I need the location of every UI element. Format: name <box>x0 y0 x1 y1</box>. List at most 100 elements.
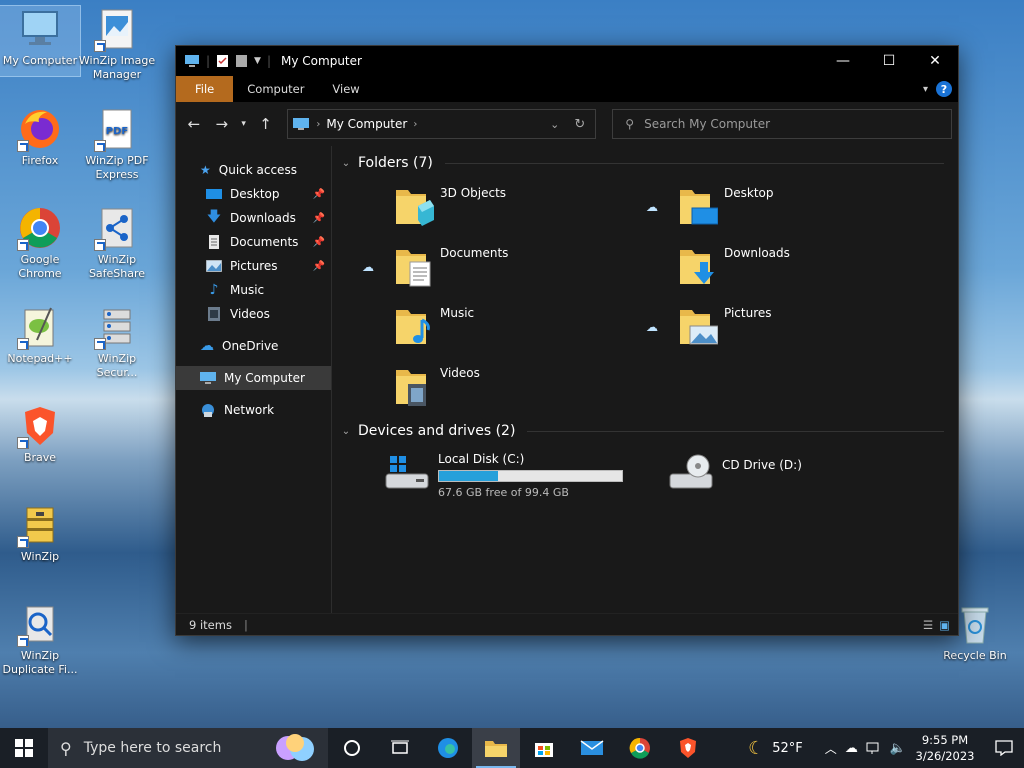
taskbar-microsoft-store[interactable] <box>520 728 568 768</box>
folder-name: Downloads <box>724 246 790 260</box>
maximize-button[interactable]: ☐ <box>866 46 912 76</box>
search-input[interactable]: Search My Computer <box>644 117 770 131</box>
volume-icon[interactable]: 🔈 <box>890 741 906 756</box>
tab-view[interactable]: View <box>318 76 373 102</box>
sidebar-item-documents[interactable]: Documents 📌 <box>176 230 331 254</box>
desktop-icon-label: Brave <box>23 451 57 464</box>
sidebar-item-onedrive[interactable]: ☁ OneDrive <box>176 334 331 358</box>
desktop-icon-winzip-pdf-express[interactable]: PDF WinZip PDF Express <box>77 106 157 182</box>
desktop-icon-winzip[interactable]: WinZip <box>0 502 80 564</box>
devices-group-header[interactable]: ⌄ Devices and drives (2) <box>340 418 958 444</box>
taskbar-mail[interactable] <box>568 728 616 768</box>
taskbar-brave[interactable] <box>664 728 712 768</box>
status-bar: 9 items | ☰ ▣ <box>176 613 958 635</box>
mail-icon <box>580 740 604 755</box>
weather-temperature[interactable]: 52°F <box>772 741 803 756</box>
cortana-button[interactable] <box>328 728 376 768</box>
explorer-body: ★ Quick access Desktop 📌 🡇 Downloads 📌 D… <box>176 146 958 613</box>
task-view-button[interactable] <box>376 728 424 768</box>
network-icon[interactable] <box>866 741 882 755</box>
drive-free-space: 67.6 GB free of 99.4 GB <box>438 486 569 499</box>
refresh-icon[interactable]: ↻ <box>574 117 585 132</box>
computer-icon <box>185 55 199 67</box>
pin-icon[interactable]: 📌 <box>313 213 325 224</box>
drive-local-disk-c[interactable]: Local Disk (C:) 67.6 GB free of 99.4 GB <box>384 452 668 499</box>
breadcrumb-chevron-icon[interactable]: › <box>413 119 417 130</box>
taskbar-chrome[interactable] <box>616 728 664 768</box>
desktop-icon-google-chrome[interactable]: Google Chrome <box>0 205 80 281</box>
cloud-sync-icon: ☁ <box>646 200 658 214</box>
up-button[interactable]: ↑ <box>254 112 278 136</box>
back-button[interactable]: ← <box>182 112 206 136</box>
expand-ribbon-icon[interactable]: ▾ <box>923 84 928 95</box>
moon-weather-icon[interactable]: ☾ <box>748 738 764 759</box>
taskbar-file-explorer[interactable] <box>472 728 520 768</box>
folders-group-header[interactable]: ⌄ Folders (7) <box>340 150 958 176</box>
folder-pictures[interactable]: ☁ Pictures <box>634 304 918 350</box>
onedrive-cloud-icon[interactable]: ☁ <box>845 741 858 756</box>
computer-icon <box>17 6 63 52</box>
start-button[interactable] <box>0 728 48 768</box>
sidebar-item-videos[interactable]: Videos <box>176 302 331 326</box>
forward-button[interactable]: → <box>210 112 234 136</box>
pin-icon[interactable]: 📌 <box>313 237 325 248</box>
minimize-button[interactable]: — <box>820 46 866 76</box>
show-hidden-icons-icon[interactable]: ︿ <box>825 740 837 757</box>
drive-cd-d[interactable]: CD Drive (D:) <box>668 452 952 499</box>
chevron-down-icon[interactable]: ▼ <box>254 56 261 66</box>
folder-music[interactable]: Music <box>350 304 634 350</box>
details-view-icon[interactable]: ☰ <box>923 618 933 632</box>
desktop-icon-winzip-safeshare[interactable]: WinZip SafeShare <box>77 205 157 281</box>
taskbar-edge[interactable] <box>424 728 472 768</box>
sidebar-item-label: Desktop <box>230 187 280 201</box>
sidebar-item-desktop[interactable]: Desktop 📌 <box>176 182 331 206</box>
sidebar-item-pictures[interactable]: Pictures 📌 <box>176 254 331 278</box>
folder-videos[interactable]: Videos <box>350 364 634 410</box>
taskbar-search-box[interactable]: ⚲ Type here to search <box>48 728 328 768</box>
folder-3d-objects[interactable]: 3D Objects <box>350 184 634 230</box>
recent-locations-button[interactable]: ▾ <box>238 112 250 136</box>
notification-icon <box>995 740 1013 756</box>
sidebar-item-network[interactable]: Network <box>176 398 331 422</box>
desktop-icon-winzip-secure[interactable]: WinZip Secur... <box>77 304 157 380</box>
search-box[interactable]: ⚲ Search My Computer <box>612 109 952 139</box>
properties-icon[interactable] <box>216 54 229 68</box>
tab-file[interactable]: File <box>176 76 234 102</box>
new-folder-icon[interactable] <box>235 54 248 68</box>
folder-downloads[interactable]: Downloads <box>634 244 918 290</box>
folder-documents[interactable]: ☁ Documents <box>350 244 634 290</box>
desktop-icon-firefox[interactable]: Firefox <box>0 106 80 168</box>
sidebar-item-label: Downloads <box>230 211 296 225</box>
folder-desktop[interactable]: ☁ Desktop <box>634 184 918 230</box>
address-bar[interactable]: › My Computer › ⌄ ↻ <box>287 109 597 139</box>
address-dropdown-icon[interactable]: ⌄ <box>550 118 559 131</box>
desktop-icon-label: Recycle Bin <box>943 649 1007 662</box>
large-icons-view-icon[interactable]: ▣ <box>939 618 950 632</box>
collapse-chevron-icon[interactable]: ⌄ <box>340 426 352 437</box>
desktop-icon-my-computer[interactable]: My Computer <box>0 5 81 77</box>
collapse-chevron-icon[interactable]: ⌄ <box>340 158 352 169</box>
folders-grid: 3D Objects ☁ Desktop ☁ Documents Downloa… <box>350 184 958 410</box>
sidebar-item-downloads[interactable]: 🡇 Downloads 📌 <box>176 206 331 230</box>
pin-icon[interactable]: 📌 <box>313 261 325 272</box>
sidebar-item-quick-access[interactable]: ★ Quick access <box>176 158 331 182</box>
clock[interactable]: 9:55 PM 3/26/2023 <box>914 732 976 764</box>
desktop-icon-label: WinZip Image Manager <box>78 54 156 81</box>
close-button[interactable]: ✕ <box>912 46 958 76</box>
help-button[interactable]: ? <box>936 81 952 97</box>
pin-icon[interactable]: 📌 <box>313 189 325 200</box>
sidebar-item-music[interactable]: ♪ Music <box>176 278 331 302</box>
desktop-icon-label: WinZip PDF Express <box>85 154 149 181</box>
desktop-icon-winzip-image-manager[interactable]: WinZip Image Manager <box>77 6 157 82</box>
taskbar-search-input[interactable]: Type here to search <box>84 740 222 756</box>
star-icon: ★ <box>200 163 211 177</box>
notification-center-button[interactable] <box>984 728 1024 768</box>
folder-name: Documents <box>440 246 509 260</box>
address-location[interactable]: My Computer <box>326 117 407 131</box>
desktop-icon-winzip-duplicate-finder[interactable]: WinZip Duplicate Fi... <box>0 601 80 677</box>
tab-computer[interactable]: Computer <box>233 76 318 102</box>
desktop-icon-notepad-plus-plus[interactable]: Notepad++ <box>0 304 80 366</box>
sidebar-item-my-computer[interactable]: My Computer <box>176 366 331 390</box>
ribbon: File Computer View ▾ ? <box>176 76 958 102</box>
desktop-icon-brave[interactable]: Brave <box>0 403 80 465</box>
